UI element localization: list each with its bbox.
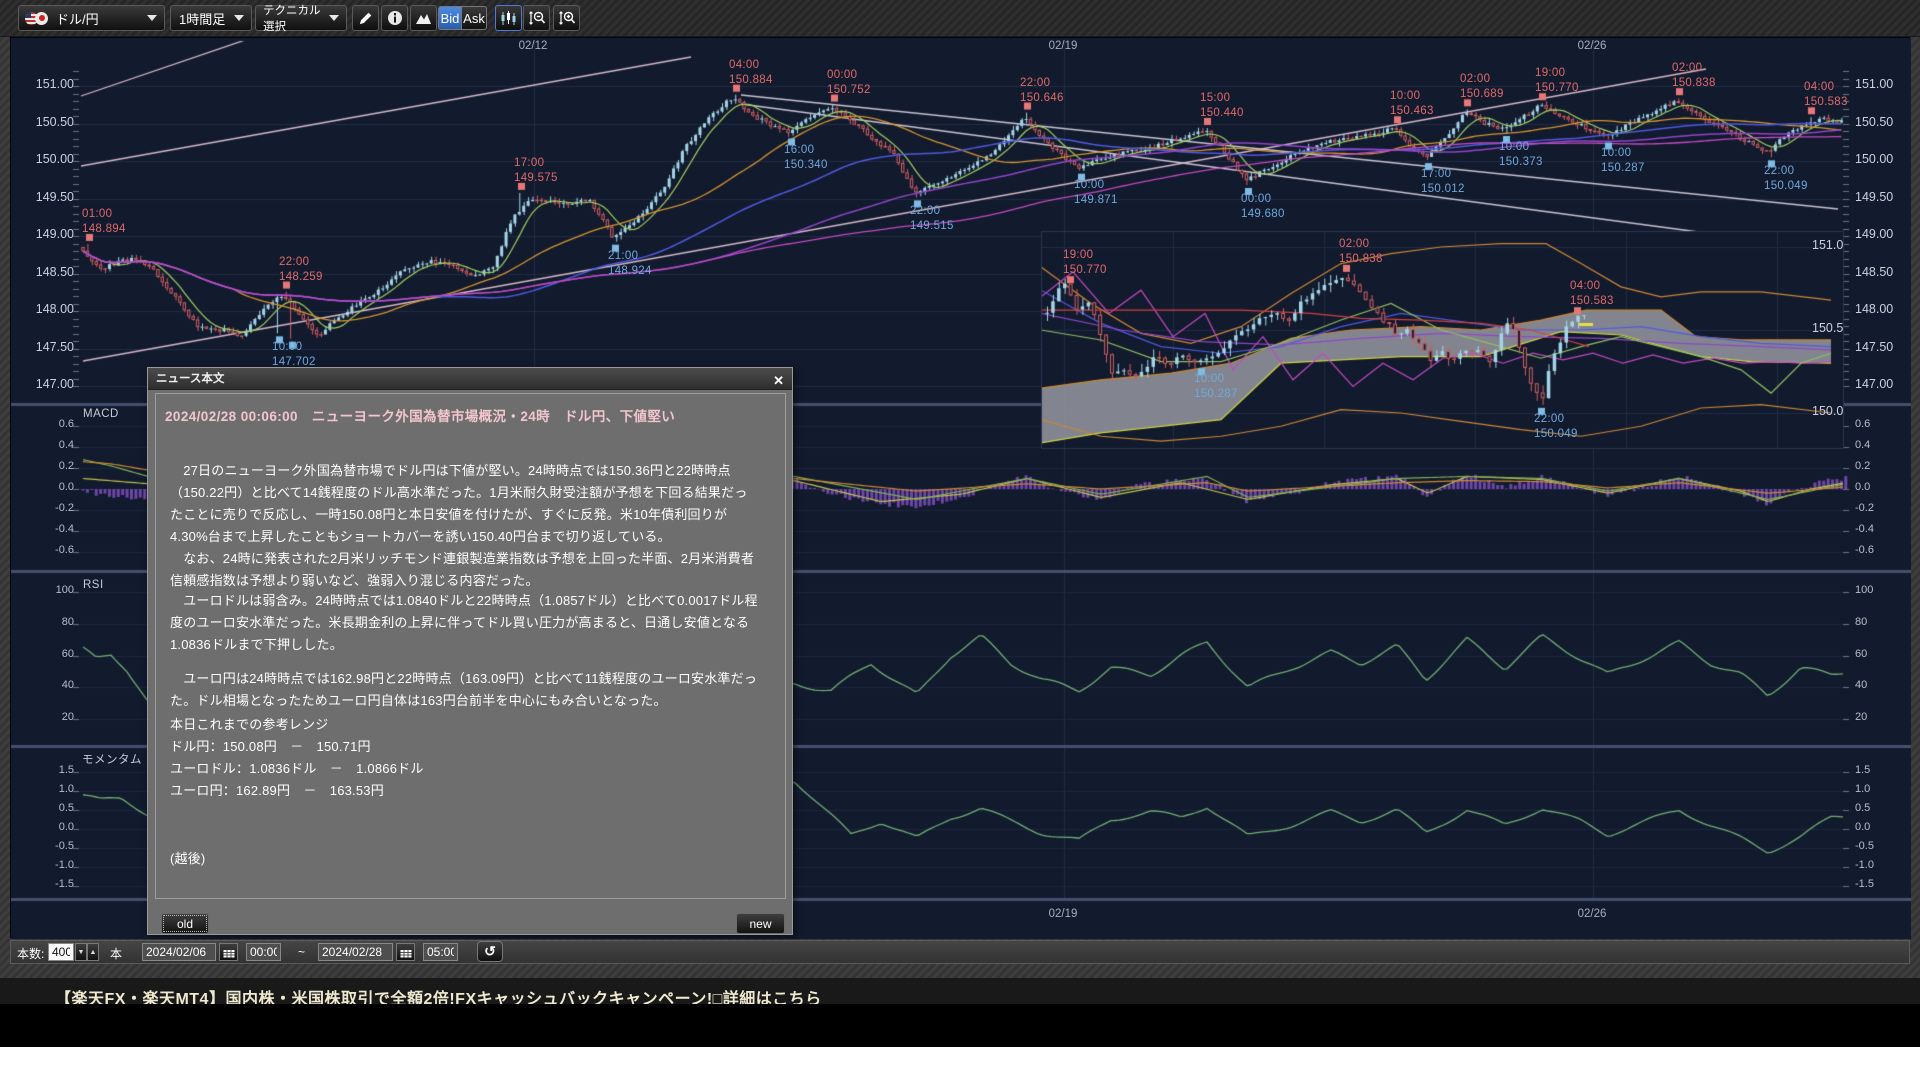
from-date-input[interactable]	[142, 943, 216, 961]
from-time-input[interactable]	[246, 943, 281, 961]
technical-select-button[interactable]: テクニカル選択	[255, 5, 347, 31]
bottom-black-area	[0, 1004, 1920, 1047]
count-decrease-button[interactable]: ▼	[75, 943, 87, 961]
toolbar: ドル/円 1時間足 テクニカル選択 Bid Ask	[0, 0, 1920, 37]
news-body-line: ドル円：150.08円 － 150.71円	[170, 736, 371, 755]
app-window: ドル/円 1時間足 テクニカル選択 Bid Ask	[0, 0, 1920, 1080]
calendar-icon	[223, 946, 235, 958]
jp-flag-icon	[35, 12, 48, 25]
news-body-line: たことに売りで反応し、一時150.08円と本日安値を付けたが、すぐに反発。米10…	[170, 504, 727, 523]
bid-button[interactable]: Bid	[438, 6, 462, 30]
news-body-line: （150.22円）と比べて14銭程度のドル高水準だった。1月米耐久財受注額が予想…	[170, 482, 748, 501]
news-body-line: ユーロ円は24時時点では162.98円と22時時点（163.09円）と比べて11…	[170, 668, 757, 687]
news-body-line: 本日これまでの参考レンジ	[170, 714, 328, 733]
news-body-line: 度のユーロ安水準だった。米長期金利の上昇に伴ってドル買い圧力が高まると、日通し安…	[170, 612, 749, 631]
currency-pair-label: ドル/円	[56, 9, 99, 28]
old-news-button[interactable]: old	[161, 913, 209, 934]
chevron-down-icon	[329, 15, 339, 21]
ask-label: Ask	[463, 11, 485, 26]
campaign-banner[interactable]: 【楽天FX・楽天MT4】国内株・米国株取引で全額2倍!FXキャッシュバックキャン…	[0, 978, 1920, 1004]
info-icon	[387, 10, 403, 26]
chart-type-button[interactable]	[495, 5, 522, 31]
news-popup-title: ニュース本文	[156, 373, 224, 385]
reload-icon: ↺	[484, 943, 496, 959]
chevron-down-icon	[147, 15, 157, 21]
calendar-icon	[400, 946, 412, 958]
chart-range-bar: 本数: ▼ ▲ 本 ~ ↺	[10, 940, 1910, 964]
bar-count-label: 本数:	[17, 945, 44, 962]
timeframe-select[interactable]: 1時間足	[170, 5, 252, 31]
timeframe-label: 1時間足	[179, 9, 225, 28]
news-headline: 2024/02/28 00:06:00 ニューヨーク外国為替市場概況・24時 ド…	[165, 405, 675, 425]
bar-count-input[interactable]	[48, 943, 74, 961]
currency-pair-select[interactable]: ドル/円	[18, 5, 165, 31]
news-body-line: なお、24時に発表された2月米リッチモンド連銀製造業指数は予想を上回った半面、2…	[170, 548, 754, 567]
technical-select-label: テクニカル選択	[263, 2, 329, 34]
news-body-line: た。ドル相場となったためユーロ円自体は163円台前半を中心にもみ合いとなった。	[170, 690, 667, 709]
news-body-line: (越後)	[170, 848, 205, 867]
news-body-line: ユーロドル：1.0836ドル － 1.0866ドル	[170, 758, 424, 777]
bar-unit-label: 本	[110, 945, 122, 962]
from-date-calendar-button[interactable]	[219, 943, 238, 961]
bid-label: Bid	[441, 11, 460, 26]
news-body-line: ユーロドルは弱含み。24時時点では1.0840ドルと22時時点（1.0857ドル…	[170, 590, 758, 609]
to-date-input[interactable]	[318, 943, 393, 961]
zoom-in-icon	[558, 10, 576, 26]
ask-button[interactable]: Ask	[462, 6, 487, 30]
news-body-line: 27日のニューヨーク外国為替市場でドル円は下値が堅い。24時時点では150.36…	[170, 460, 731, 479]
zoom-out-icon	[528, 10, 546, 26]
news-popup: ニュース本文 ✕ 2024/02/28 00:06:00 ニューヨーク外国為替市…	[147, 367, 793, 935]
zoom-out-vertical-button[interactable]	[523, 5, 550, 31]
pencil-icon	[358, 11, 373, 26]
to-time-input[interactable]	[423, 943, 458, 961]
news-body-line: ユーロ円：162.89円 － 163.53円	[170, 780, 384, 799]
chevron-down-icon	[234, 15, 244, 21]
zoom-in-vertical-button[interactable]	[553, 5, 580, 31]
info-button[interactable]	[381, 5, 408, 31]
new-news-button[interactable]: new	[736, 913, 785, 934]
news-body-line: 1.0836ドルまで下押しした。	[170, 634, 343, 653]
area-chart-icon	[415, 12, 432, 25]
close-icon[interactable]: ✕	[773, 370, 784, 392]
bottom-white-area	[0, 1047, 1920, 1080]
news-popup-content: 2024/02/28 00:06:00 ニューヨーク外国為替市場概況・24時 ド…	[155, 393, 786, 899]
to-date-calendar-button[interactable]	[396, 943, 415, 961]
range-tilde: ~	[298, 945, 305, 959]
area-chart-button[interactable]	[410, 5, 437, 31]
news-popup-titlebar[interactable]: ニュース本文 ✕	[148, 368, 792, 390]
count-increase-button[interactable]: ▲	[87, 943, 99, 961]
campaign-banner-text: 【楽天FX・楽天MT4】国内株・米国株取引で全額2倍!FXキャッシュバックキャン…	[55, 985, 822, 1004]
news-body-line: 信頼感指数は予想より弱いなど、強弱入り混じる内容だった。	[170, 570, 539, 589]
candle-chart-icon	[500, 11, 517, 26]
news-body-line: 4.30%台まで上昇したこともショートカバーを誘い150.40円台まで切り返して…	[170, 526, 671, 545]
draw-tool-button[interactable]	[352, 5, 379, 31]
reload-button[interactable]: ↺	[477, 941, 503, 962]
